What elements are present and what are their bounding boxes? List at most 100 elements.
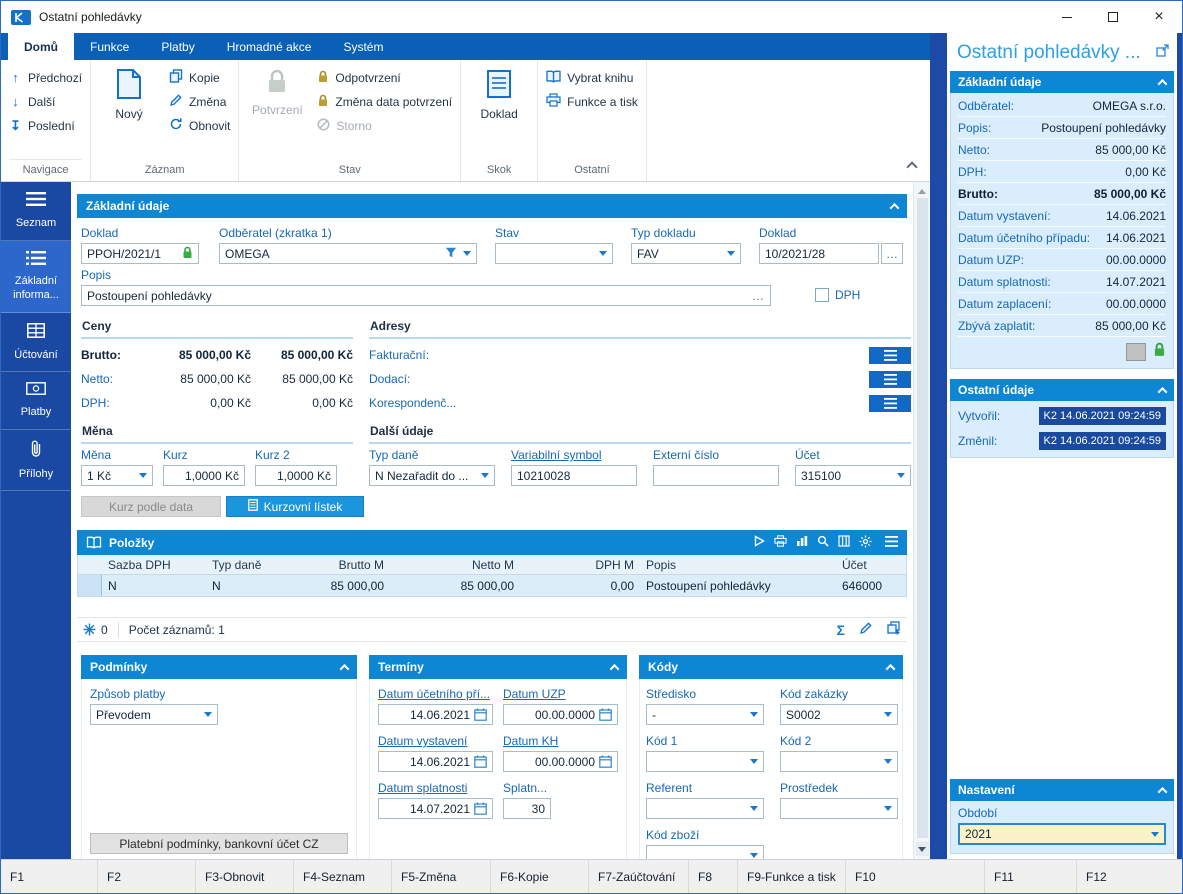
column-header[interactable]: DPH M [520,558,640,572]
fkey-f6[interactable]: F6-Kopie [491,860,589,893]
prostredek-input[interactable] [780,798,898,819]
chart-icon[interactable] [796,535,808,550]
collapse-icon[interactable] [1158,386,1168,396]
expand-icon[interactable] [1156,44,1169,62]
column-header[interactable]: Popis [640,558,836,572]
dropdown-icon[interactable] [599,251,607,260]
dph-checkbox[interactable] [815,288,829,302]
minimize-button[interactable] [1044,1,1090,33]
address-menu-button[interactable] [869,371,911,388]
run-icon[interactable] [754,535,765,550]
dropdown-icon[interactable] [481,473,489,482]
column-header[interactable]: Účet [836,558,906,572]
close-button[interactable]: × [1136,1,1182,33]
calendar-icon[interactable] [474,708,487,721]
dropdown-icon[interactable] [139,473,147,482]
stav-input[interactable] [495,243,613,264]
columns-icon[interactable] [838,535,850,550]
fkey-f12[interactable]: F12 [1077,860,1182,893]
sidebar-item-platby[interactable]: Platby [1,372,71,430]
sidebar-item-uctovani[interactable]: Účtování [1,313,71,373]
last-button[interactable]: ↧ Poslední [9,116,82,135]
doklad2-input[interactable]: 10/2021/28 [759,243,879,264]
row-selector[interactable] [78,575,102,596]
tab-hromadne-akce[interactable]: Hromadné akce [211,33,328,60]
confirm-button[interactable]: Potvrzení [247,66,307,117]
datum-uzp-input[interactable]: 00.00.0000 [503,704,618,725]
vertical-scrollbar[interactable] [913,182,930,859]
kurz-input[interactable]: 1,0000 Kč [163,465,245,486]
change-confirm-date-button[interactable]: Změna data potvrzení [317,92,452,111]
menu-icon[interactable] [885,536,898,550]
new-button[interactable]: Nový [99,66,159,121]
change-button[interactable]: Změna [169,92,230,111]
column-header[interactable]: Brutto M [290,558,390,572]
kod1-input[interactable] [646,751,764,772]
zpusob-platby-input[interactable]: Převodem [90,704,218,725]
externi-cislo-input[interactable] [653,465,779,486]
typ-dokladu-input[interactable]: FAV [631,243,741,264]
splatnost-input[interactable]: 30 [503,798,551,819]
sidebar-item-prilohy[interactable]: Přílohy [1,430,71,492]
ucet-input[interactable]: 315100 [795,465,911,486]
address-menu-button[interactable] [869,347,911,364]
column-header[interactable]: Typ daně [206,558,290,572]
dropdown-icon[interactable] [750,806,758,815]
calendar-icon[interactable] [474,802,487,815]
fkey-f3[interactable]: F3-Obnovit [196,860,294,893]
filter-icon[interactable] [445,247,457,261]
column-header[interactable]: Netto M [390,558,520,572]
fkey-f11[interactable]: F11 [985,860,1077,893]
datum-ucetniho-pripadu-input[interactable]: 14.06.2021 [378,704,493,725]
dropdown-icon[interactable] [204,712,212,721]
collapse-icon[interactable] [886,663,896,673]
sidebar-item-seznam[interactable]: Seznam [1,182,71,241]
typ-dane-input[interactable]: N Nezařadit do ... [369,465,495,486]
kurz-podle-data-button[interactable]: Kurz podle data [81,496,221,517]
collapse-icon[interactable] [890,202,900,212]
collapse-icon[interactable] [1158,786,1168,796]
referent-input[interactable] [646,798,764,819]
copy-add-icon[interactable] [887,621,901,638]
dropdown-icon[interactable] [897,473,905,482]
next-button[interactable]: ↓ Další [9,92,82,111]
calendar-icon[interactable] [599,755,612,768]
table-row[interactable]: N N 85 000,00 85 000,00 0,00 Postoupení … [77,575,907,597]
fkey-f9[interactable]: F9-Funkce a tisk [738,860,846,893]
sidebar-item-zakladni-informace[interactable]: Základní informa... [1,241,71,313]
dropdown-icon[interactable] [884,759,892,768]
tab-funkce[interactable]: Funkce [74,33,145,60]
tab-platby[interactable]: Platby [145,33,210,60]
column-header[interactable]: Sazba DPH [102,558,206,572]
dropdown-icon[interactable] [750,853,758,859]
platebni-podminky-button[interactable]: Platební podmínky, bankovní účet CZ [90,833,348,854]
ellipsis-icon[interactable]: … [752,289,765,303]
tab-domu[interactable]: Domů [8,33,74,60]
edit-icon[interactable] [859,621,873,638]
document-jump-button[interactable]: Doklad [469,66,529,121]
dropdown-icon[interactable] [750,712,758,721]
calendar-icon[interactable] [599,708,612,721]
previous-button[interactable]: ↑ Předchozí [9,68,82,87]
select-book-button[interactable]: Vybrat knihu [546,68,638,87]
fkey-f7[interactable]: F7-Zaúčtování [589,860,689,893]
unconfirm-button[interactable]: Odpotvrzení [317,68,452,87]
scrollbar-thumb[interactable] [917,198,928,838]
datum-splatnosti-input[interactable]: 14.07.2021 [378,798,493,819]
print-icon[interactable] [774,535,787,550]
kurz2-input[interactable]: 1,0000 Kč [255,465,337,486]
popis-input[interactable]: Postoupení pohledávky … [81,285,771,306]
dropdown-icon[interactable] [727,251,735,260]
gear-icon[interactable] [859,535,872,551]
maximize-button[interactable] [1090,1,1136,33]
dropdown-icon[interactable] [750,759,758,768]
datum-kh-input[interactable]: 00.00.0000 [503,751,618,772]
fkey-f4[interactable]: F4-Seznam [294,860,392,893]
ribbon-collapse-icon[interactable] [906,161,917,172]
kod2-input[interactable] [780,751,898,772]
fkey-f10[interactable]: F10 [846,860,985,893]
copy-button[interactable]: Kopie [169,68,230,87]
collapse-icon[interactable] [610,663,620,673]
kurzovni-listek-button[interactable]: Kurzovní lístek [226,496,364,517]
functions-print-button[interactable]: Funkce a tisk [546,92,638,111]
